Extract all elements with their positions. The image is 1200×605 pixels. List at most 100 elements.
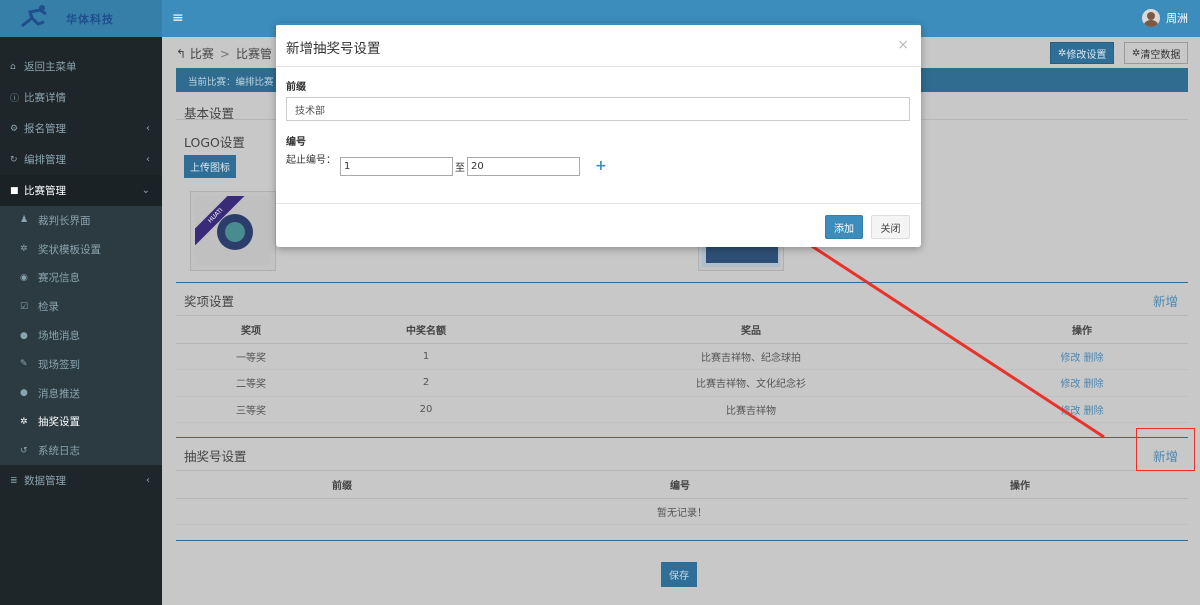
sidebar-item-match-detail[interactable]: ⓘ 比赛详情: [0, 82, 162, 113]
sidebar-item-home[interactable]: ⌂ 返回主菜单: [0, 51, 162, 82]
modal-footer: 添加 关闭: [276, 203, 921, 249]
sidebar: ⌂ 返回主菜单 ⓘ 比赛详情 ⚙ 报名管理 ‹ ↻ 编排管理 ‹ ■ 比赛管理 …: [0, 37, 162, 605]
runner-logo-icon: [21, 5, 47, 28]
database-icon: ≣: [10, 475, 18, 486]
gear-icon: ✲: [1058, 47, 1067, 59]
sidebar-subitem-system-log[interactable]: ↺ 系统日志: [0, 436, 162, 465]
breadcrumb-item[interactable]: 比赛管: [236, 47, 272, 61]
sidebar-subitem-match-info[interactable]: ◉ 赛况信息: [0, 264, 162, 293]
sidebar-item-arrangement[interactable]: ↻ 编排管理 ‹: [0, 144, 162, 175]
end-number-input[interactable]: [467, 157, 580, 176]
modal-title: 新增抽奖号设置: [286, 41, 381, 57]
sidebar-item-data-management[interactable]: ≣ 数据管理 ‹: [0, 465, 162, 496]
comment-icon: ●: [20, 388, 28, 399]
sidebar-subitem-label: 奖状模板设置: [38, 243, 101, 256]
column-header: 前缀: [176, 472, 508, 499]
sidebar-subitem-certificate-template[interactable]: ✲ 奖状模板设置: [0, 235, 162, 264]
add-button[interactable]: 添加: [825, 215, 863, 239]
user-name: 周洲: [1166, 12, 1188, 25]
modal-body: 前缀 编号 起止编号： 至 +: [276, 78, 921, 176]
sidebar-item-match-management[interactable]: ■ 比赛管理 ⌄: [0, 175, 162, 206]
modify-settings-button[interactable]: ✲ 修改设置: [1050, 42, 1115, 64]
column-header: 奖项: [176, 317, 326, 344]
cogs-icon: ⚙: [10, 123, 19, 134]
table-row: 一等奖 1 比赛吉祥物、纪念球拍 修改 删除: [176, 343, 1188, 371]
gear-icon: ✲: [20, 416, 28, 427]
book-icon: ■: [10, 185, 19, 196]
delete-link[interactable]: 删除: [1084, 353, 1104, 364]
close-button[interactable]: 关闭: [871, 215, 910, 239]
range-label: 起止编号：: [286, 155, 336, 166]
start-number-input[interactable]: [340, 157, 453, 176]
number-range-row: 起止编号： 至 +: [286, 151, 911, 176]
back-arrow-icon[interactable]: ↰: [176, 47, 186, 61]
user-menu[interactable]: 周洲: [1142, 9, 1188, 27]
divider: [176, 315, 1188, 316]
sidebar-subitem-lottery-settings[interactable]: ✲ 抽奖设置: [0, 408, 162, 437]
edit-icon: ✎: [20, 359, 28, 370]
sidebar-item-registration[interactable]: ⚙ 报名管理 ‹: [0, 113, 162, 144]
sidebar-subitem-venue-message[interactable]: ● 场地消息: [0, 321, 162, 350]
add-prize-link[interactable]: 新增: [1153, 291, 1178, 310]
prize-gift: 比赛吉祥物、纪念球拍: [526, 343, 976, 371]
sidebar-submenu: ♟ 裁判长界面 ✲ 奖状模板设置 ◉ 赛况信息 ☑ 检录 ● 场地消息 ✎ 现场…: [0, 206, 162, 466]
chevron-left-icon: ‹: [146, 475, 150, 487]
chevron-down-icon: ⌄: [141, 185, 150, 196]
upload-logo-button[interactable]: 上传图标: [184, 155, 236, 178]
sidebar-subitem-label: 裁判长界面: [38, 214, 91, 227]
add-lottery-number-modal: 新增抽奖号设置 × 前缀 编号 起止编号： 至 + 添加 关闭: [276, 23, 921, 247]
sidebar-subitem-referee[interactable]: ♟ 裁判长界面: [0, 206, 162, 235]
clear-data-button[interactable]: ✲ 清空数据: [1124, 42, 1189, 64]
sidebar-item-label: 比赛管理: [24, 185, 66, 197]
button-label: 清空数据: [1140, 49, 1181, 61]
column-header: 操作: [976, 317, 1188, 344]
table-header-row: 前缀 编号 操作: [176, 472, 1188, 499]
edit-link[interactable]: 修改: [1060, 406, 1080, 417]
info-icon: ⓘ: [10, 94, 20, 104]
sidebar-subitem-label: 检录: [38, 301, 59, 314]
divider: [176, 437, 1188, 438]
sidebar-subitem-label: 系统日志: [38, 445, 80, 458]
sidebar-subitem-message-push[interactable]: ● 消息推送: [0, 379, 162, 408]
chevron-left-icon: ‹: [146, 154, 150, 165]
divider: [176, 540, 1188, 541]
table-header-row: 奖项 中奖名额 奖品 操作: [176, 317, 1188, 344]
button-label: 修改设置: [1066, 49, 1107, 61]
column-header: 奖品: [526, 317, 976, 344]
refresh-icon: ↻: [10, 154, 18, 165]
breadcrumb-item[interactable]: 比赛: [190, 47, 214, 61]
edit-link[interactable]: 修改: [1060, 379, 1080, 390]
prefix-input[interactable]: [286, 97, 910, 121]
history-icon: ↺: [20, 445, 28, 456]
sidebar-subitem-checkin[interactable]: ☑ 检录: [0, 292, 162, 321]
save-button[interactable]: 保存: [661, 562, 697, 587]
logo-settings-label: LOGO设置: [184, 135, 245, 150]
sidebar-item-label: 返回主菜单: [24, 61, 77, 73]
table-row: 二等奖 2 比赛吉祥物、文化纪念衫 修改 删除: [176, 369, 1188, 397]
user-icon: ♟: [20, 215, 29, 226]
app-logo[interactable]: 华体科技: [0, 0, 162, 37]
prize-name: 三等奖: [176, 396, 326, 424]
prefix-label: 前缀: [286, 82, 306, 93]
delete-link[interactable]: 删除: [1084, 406, 1104, 417]
sidebar-subitem-label: 赛况信息: [38, 272, 80, 285]
divider: [176, 470, 1188, 471]
lottery-number-settings-title: 抽奖号设置: [184, 449, 247, 464]
close-icon[interactable]: ×: [897, 37, 909, 53]
edit-link[interactable]: 修改: [1060, 353, 1080, 364]
prize-settings-title: 奖项设置: [184, 294, 235, 309]
gear-icon: ✲: [20, 244, 28, 255]
highlight-box: [1136, 428, 1195, 471]
sidebar-subitem-onsite-signin[interactable]: ✎ 现场签到: [0, 350, 162, 379]
gear-icon: ✲: [1132, 47, 1141, 59]
prize-gift: 比赛吉祥物、文化纪念衫: [526, 369, 976, 397]
table-row: 三等奖 20 比赛吉祥物 修改 删除: [176, 396, 1188, 424]
prize-count: 20: [326, 396, 526, 424]
delete-link[interactable]: 删除: [1084, 379, 1104, 390]
plus-icon[interactable]: +: [595, 158, 607, 174]
sidebar-item-label: 比赛详情: [24, 92, 66, 104]
eye-icon: ◉: [20, 272, 28, 283]
table-row: 暂无记录！: [176, 498, 1188, 526]
hamburger-icon[interactable]: ≡: [172, 10, 184, 26]
sidebar-subitem-label: 抽奖设置: [38, 416, 80, 429]
